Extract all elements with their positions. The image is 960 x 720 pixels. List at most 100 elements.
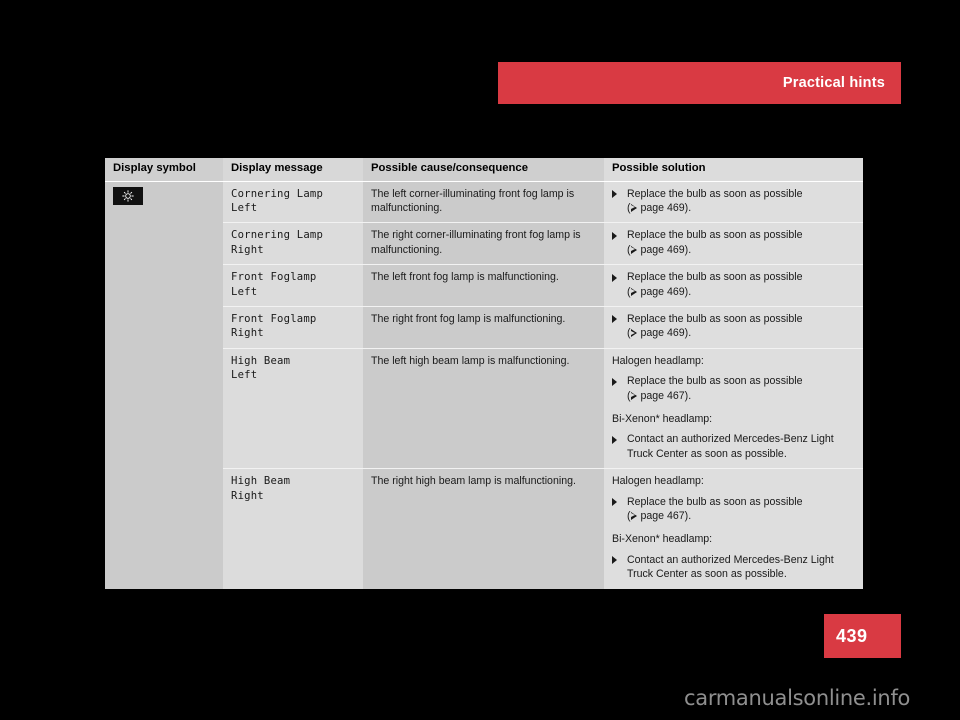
list-item: Replace the bulb as soon as possible ( p… [612, 270, 855, 299]
column-header-display-message: Display message [223, 157, 363, 182]
lamp-indicator-icon [113, 186, 143, 205]
possible-cause-cell: The left front fog lamp is malfunctionin… [363, 264, 604, 307]
bullet-triangle-icon [612, 498, 617, 507]
display-symbol-cell [105, 181, 223, 590]
page-reference: ( page 469). [627, 202, 691, 214]
ref-text: page 469). [637, 201, 692, 214]
solution-text: Replace the bulb as soon as possible [627, 187, 803, 200]
display-message-cell: Front Foglamp Right [223, 306, 363, 349]
solution-subsection-heading: Bi-Xenon* headlamp: [612, 413, 713, 426]
chapter-title: Practical hints [782, 75, 885, 91]
possible-solution-cell: Replace the bulb as soon as possible ( p… [604, 181, 863, 224]
possible-solution-cell: Halogen headlamp: Replace the bulb as so… [604, 348, 863, 470]
list-item: Replace the bulb as soon as possible ( p… [612, 495, 855, 524]
bullet-triangle-icon [612, 377, 617, 386]
list-item: Contact an authorized Mercedes-Benz Ligh… [612, 432, 855, 461]
list-item: Replace the bulb as soon as possible ( p… [612, 228, 855, 257]
column-header-possible-cause: Possible cause/consequence [363, 157, 604, 182]
display-message-line-1: High Beam [231, 475, 291, 488]
display-message-cell: Cornering Lamp Left [223, 181, 363, 224]
solution-text: Contact an authorized Mercedes-Benz Ligh… [627, 553, 834, 581]
display-message-cell: Front Foglamp Left [223, 264, 363, 307]
page-ref-triangle-icon [630, 391, 638, 400]
watermark-text: carmanualsonline.info [684, 686, 911, 710]
display-message-line-1: Front Foglamp [231, 312, 317, 325]
display-message-line-1: Cornering Lamp [231, 229, 324, 242]
page-ref-triangle-icon [630, 245, 638, 254]
page-ref-triangle-icon [630, 203, 638, 212]
page-reference: ( page 469). [627, 244, 691, 256]
table-header: Display symbol Display message Possible … [105, 157, 863, 182]
possible-cause-cell: The right high beam lamp is malfunctioni… [363, 468, 604, 590]
solution-text: Replace the bulb as soon as possible [627, 229, 803, 242]
solution-bullet-list: Replace the bulb as soon as possible ( p… [612, 312, 855, 341]
solution-subsection-heading: Halogen headlamp: [612, 354, 704, 367]
page-ref-triangle-icon [630, 328, 638, 338]
bullet-triangle-icon [612, 435, 617, 444]
solution-bullet-list: Replace the bulb as soon as possible ( p… [612, 228, 855, 257]
bullet-triangle-icon [612, 190, 617, 199]
ref-text: page 469). [637, 285, 692, 298]
solution-bullet-list: Replace the bulb as soon as possible ( p… [612, 495, 855, 524]
possible-cause-cell: The left high beam lamp is malfunctionin… [363, 348, 604, 470]
solution-bullet-list: Contact an authorized Mercedes-Benz Ligh… [612, 553, 855, 582]
page-reference: ( page 467). [627, 510, 691, 522]
page-number-box: 439 [824, 614, 901, 658]
column-header-possible-solution: Possible solution [604, 157, 863, 182]
solution-text: Replace the bulb as soon as possible [627, 375, 803, 388]
column-header-display-symbol: Display symbol [105, 157, 223, 182]
display-message-line-2: Left [231, 285, 258, 298]
display-message-line-2: Left [231, 369, 258, 382]
display-message-line-2: Right [231, 327, 264, 340]
page-number: 439 [836, 625, 868, 646]
solution-text: Replace the bulb as soon as possible [627, 271, 803, 284]
possible-cause-cell: The right front fog lamp is malfunctioni… [363, 306, 604, 349]
display-message-line-2: Left [231, 201, 258, 214]
possible-solution-cell: Replace the bulb as soon as possible ( p… [604, 222, 863, 266]
solution-bullet-list: Replace the bulb as soon as possible ( p… [612, 270, 855, 299]
list-item: Replace the bulb as soon as possible ( p… [612, 312, 855, 341]
page-ref-triangle-icon [630, 511, 638, 521]
display-messages-table: Display symbol Display message Possible … [105, 157, 863, 590]
display-message-line-2: Right [231, 489, 264, 502]
page-reference: ( page 467). [627, 390, 691, 402]
display-message-line-2: Right [231, 243, 264, 256]
bullet-triangle-icon [612, 315, 617, 324]
possible-solution-cell: Replace the bulb as soon as possible ( p… [604, 264, 863, 307]
solution-bullet-list: Replace the bulb as soon as possible ( p… [612, 187, 855, 216]
solution-bullet-list: Replace the bulb as soon as possible ( p… [612, 374, 855, 403]
possible-solution-cell: Replace the bulb as soon as possible ( p… [604, 306, 863, 349]
solution-text: Replace the bulb as soon as possible [627, 495, 803, 508]
list-item: Replace the bulb as soon as possible ( p… [612, 374, 855, 403]
display-message-cell: High Beam Right [223, 468, 363, 590]
solution-subsection-heading: Bi-Xenon* headlamp: [612, 533, 713, 546]
bullet-triangle-icon [612, 273, 617, 282]
display-message-cell: High Beam Left [223, 348, 363, 470]
page-reference: ( page 469). [627, 327, 691, 339]
possible-cause-cell: The left corner-illuminating front fog l… [363, 181, 604, 224]
display-message-line-1: High Beam [231, 354, 291, 367]
display-message-line-1: Cornering Lamp [231, 187, 324, 200]
ref-text: page 469). [637, 327, 692, 340]
possible-cause-cell: The right corner-illuminating front fog … [363, 222, 604, 266]
display-message-line-1: Front Foglamp [231, 271, 317, 284]
display-messages-table-wrapper: Display symbol Display message Possible … [105, 157, 863, 590]
bullet-triangle-icon [612, 231, 617, 240]
bullet-triangle-icon [612, 556, 617, 565]
ref-text: page 467). [637, 510, 692, 523]
solution-bullet-list: Contact an authorized Mercedes-Benz Ligh… [612, 432, 855, 461]
ref-text: page 467). [637, 389, 692, 402]
solution-text: Contact an authorized Mercedes-Benz Ligh… [627, 433, 834, 460]
manual-page: Practical hints Display symbol Display m… [0, 0, 960, 720]
table-row: Cornering Lamp Left The left corner-illu… [105, 181, 863, 590]
chapter-header-bar: Practical hints [498, 62, 901, 104]
page-ref-triangle-icon [630, 287, 638, 296]
list-item: Contact an authorized Mercedes-Benz Ligh… [612, 553, 855, 582]
possible-solution-cell: Halogen headlamp: Replace the bulb as so… [604, 468, 863, 590]
ref-text: page 469). [637, 243, 692, 256]
table-header-row: Display symbol Display message Possible … [105, 157, 863, 182]
solution-text: Replace the bulb as soon as possible [627, 312, 803, 325]
page-reference: ( page 469). [627, 286, 691, 298]
table-body: Cornering Lamp Left The left corner-illu… [105, 181, 863, 590]
list-item: Replace the bulb as soon as possible ( p… [612, 187, 855, 216]
